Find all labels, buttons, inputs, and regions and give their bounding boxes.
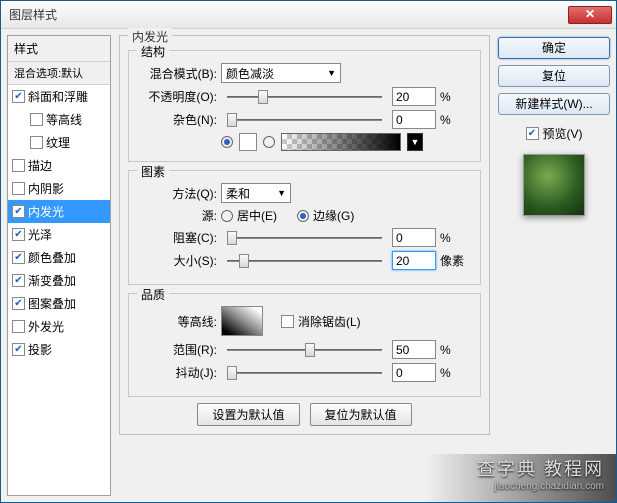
titlebar: 图层样式 ✕ [1,1,616,29]
style-checkbox[interactable] [12,343,25,356]
quality-legend: 品质 [137,286,169,303]
sidebar-item-4[interactable]: 内阴影 [8,177,110,200]
opacity-input[interactable] [392,87,436,106]
sidebar-item-label: 内阴影 [28,180,64,197]
make-default-button[interactable]: 设置为默认值 [197,403,299,426]
sidebar-item-label: 描边 [28,157,52,174]
style-checkbox[interactable] [12,274,25,287]
window-title: 图层样式 [5,6,568,23]
style-checkbox[interactable] [12,320,25,333]
source-center-radio[interactable] [221,210,233,222]
gradient-radio[interactable] [263,136,275,148]
sidebar-item-label: 内发光 [28,203,64,220]
contour-label: 等高线: [139,313,217,330]
method-select[interactable]: 柔和 ▼ [221,183,291,203]
main-panel: 内发光 结构 混合模式(B): 颜色减淡 ▼ 不透明度(O): [115,35,494,496]
sidebar-item-10[interactable]: 外发光 [8,315,110,338]
range-input[interactable] [392,340,436,359]
source-edge-radio[interactable] [297,210,309,222]
dialog-window: 图层样式 ✕ 样式 混合选项:默认 斜面和浮雕等高线纹理描边内阴影内发光光泽颜色… [0,0,617,503]
style-checkbox[interactable] [12,182,25,195]
noise-slider[interactable] [227,112,382,128]
chevron-down-icon: ▼ [327,68,336,78]
quality-group: 品质 等高线: 消除锯齿(L) 范围(R): % [128,293,481,397]
right-column: 确定 复位 新建样式(W)... 预览(V) [498,35,610,496]
preview-checkbox[interactable] [526,127,539,140]
sidebar-item-5[interactable]: 内发光 [8,200,110,223]
sidebar-item-3[interactable]: 描边 [8,154,110,177]
gradient-dropdown[interactable]: ▼ [407,133,423,151]
size-label: 大小(S): [139,252,217,269]
style-checkbox[interactable] [12,228,25,241]
antialias-checkbox[interactable] [281,315,294,328]
reset-default-button[interactable]: 复位为默认值 [310,403,412,426]
style-checkbox[interactable] [12,251,25,264]
jitter-label: 抖动(J): [139,364,217,381]
close-button[interactable]: ✕ [568,6,612,24]
jitter-slider[interactable] [227,365,382,381]
size-input[interactable] [392,251,436,270]
sidebar-item-label: 外发光 [28,318,64,335]
choke-slider[interactable] [227,230,382,246]
sidebar-item-label: 渐变叠加 [28,272,76,289]
effect-fieldset: 内发光 结构 混合模式(B): 颜色减淡 ▼ 不透明度(O): [119,35,490,435]
blend-mode-select[interactable]: 颜色减淡 ▼ [221,63,341,83]
noise-input[interactable] [392,110,436,129]
sidebar-item-label: 纹理 [46,134,70,151]
gradient-picker[interactable] [281,133,401,151]
contour-picker[interactable] [221,306,263,336]
chevron-down-icon: ▼ [277,188,286,198]
noise-label: 杂色(N): [139,111,217,128]
structure-group: 结构 混合模式(B): 颜色减淡 ▼ 不透明度(O): % [128,50,481,162]
style-checkbox[interactable] [12,297,25,310]
opacity-slider[interactable] [227,89,382,105]
style-checkbox[interactable] [30,136,43,149]
color-radio[interactable] [221,136,233,148]
sidebar-item-8[interactable]: 渐变叠加 [8,269,110,292]
sidebar-item-label: 斜面和浮雕 [28,88,88,105]
styles-sidebar: 样式 混合选项:默认 斜面和浮雕等高线纹理描边内阴影内发光光泽颜色叠加渐变叠加图… [7,35,111,496]
range-label: 范围(R): [139,341,217,358]
ok-button[interactable]: 确定 [498,37,610,59]
sidebar-header[interactable]: 样式 [8,36,110,62]
choke-input[interactable] [392,228,436,247]
sidebar-item-2[interactable]: 纹理 [8,131,110,154]
source-label: 源: [139,207,217,224]
sidebar-item-7[interactable]: 颜色叠加 [8,246,110,269]
sidebar-item-9[interactable]: 图案叠加 [8,292,110,315]
sidebar-item-label: 光泽 [28,226,52,243]
choke-label: 阻塞(C): [139,229,217,246]
range-slider[interactable] [227,342,382,358]
elements-group: 图素 方法(Q): 柔和 ▼ 源: 居中(E) 边缘 [128,170,481,285]
size-slider[interactable] [227,253,382,269]
sidebar-item-1[interactable]: 等高线 [8,108,110,131]
blend-mode-label: 混合模式(B): [139,65,217,82]
elements-legend: 图素 [137,163,169,180]
sidebar-item-label: 图案叠加 [28,295,76,312]
cancel-button[interactable]: 复位 [498,65,610,87]
sidebar-item-11[interactable]: 投影 [8,338,110,361]
preview-label: 预览(V) [543,125,583,142]
style-checkbox[interactable] [12,205,25,218]
method-label: 方法(Q): [139,185,217,202]
new-style-button[interactable]: 新建样式(W)... [498,93,610,115]
sidebar-subheader[interactable]: 混合选项:默认 [8,62,110,85]
style-checkbox[interactable] [12,90,25,103]
sidebar-item-label: 颜色叠加 [28,249,76,266]
opacity-label: 不透明度(O): [139,88,217,105]
sidebar-item-label: 等高线 [46,111,82,128]
structure-legend: 结构 [137,43,169,60]
style-checkbox[interactable] [30,113,43,126]
sidebar-item-0[interactable]: 斜面和浮雕 [8,85,110,108]
style-checkbox[interactable] [12,159,25,172]
sidebar-item-label: 投影 [28,341,52,358]
color-swatch[interactable] [239,133,257,151]
jitter-input[interactable] [392,363,436,382]
preview-thumbnail [523,154,585,216]
sidebar-item-6[interactable]: 光泽 [8,223,110,246]
